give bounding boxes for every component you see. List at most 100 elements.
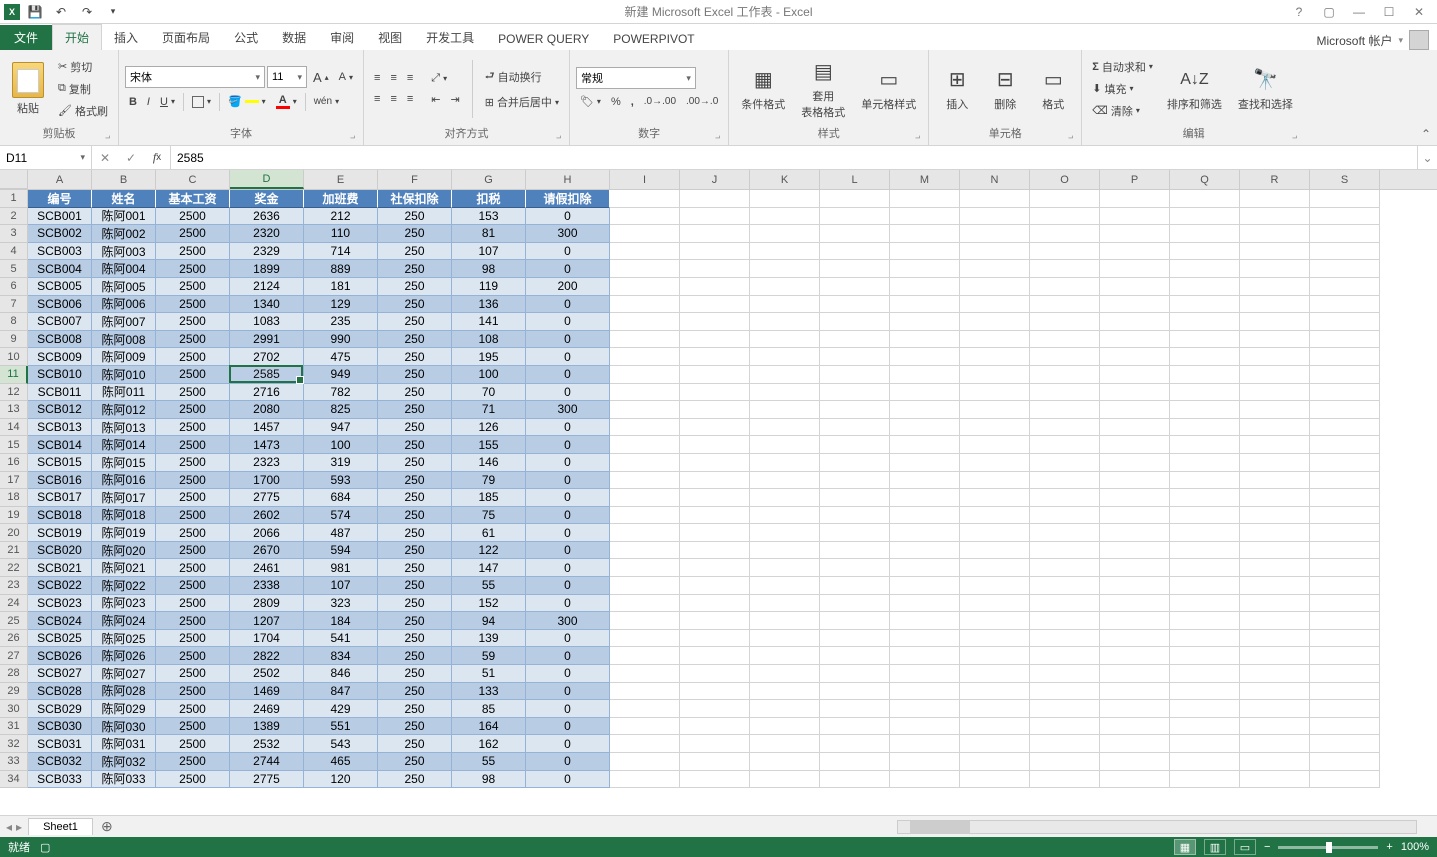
cell[interactable] [1030,524,1100,542]
cell[interactable] [610,507,680,525]
cell[interactable]: SCB017 [28,489,92,507]
cell[interactable] [1310,296,1380,314]
cell[interactable] [820,472,890,490]
cell[interactable] [820,436,890,454]
cell[interactable]: 250 [378,507,452,525]
cell[interactable] [1170,700,1240,718]
ribbon-options-button[interactable]: ▢ [1315,2,1343,22]
cell[interactable]: 陈阿023 [92,595,156,613]
cell[interactable]: 陈阿002 [92,225,156,243]
cell[interactable]: 429 [304,700,378,718]
cell[interactable] [1240,401,1310,419]
cell[interactable] [750,260,820,278]
cell[interactable] [890,225,960,243]
column-header[interactable]: I [610,170,680,189]
cell[interactable]: 107 [452,243,526,261]
cell[interactable]: 120 [304,771,378,789]
cell[interactable] [820,348,890,366]
accounting-format-button[interactable]: 🏷▾ [576,93,605,110]
cell[interactable] [1240,524,1310,542]
cell[interactable]: 185 [452,489,526,507]
cell[interactable]: 2500 [156,243,230,261]
cell[interactable] [610,472,680,490]
cell[interactable]: 250 [378,700,452,718]
cell[interactable] [1310,401,1380,419]
cell[interactable]: 250 [378,331,452,349]
comma-button[interactable]: , [627,94,638,110]
cell[interactable] [820,278,890,296]
column-header[interactable]: P [1100,170,1170,189]
cell[interactable]: 0 [526,419,610,437]
fill-button[interactable]: ⬇填充▾ [1088,79,1157,99]
cell[interactable]: SCB012 [28,401,92,419]
cell[interactable]: 2323 [230,454,304,472]
cell[interactable]: 475 [304,348,378,366]
cell[interactable] [680,700,750,718]
cell[interactable] [960,260,1030,278]
cell[interactable] [960,771,1030,789]
qat-save-button[interactable]: 💾 [24,1,46,23]
cell[interactable]: 陈阿012 [92,401,156,419]
cell[interactable]: 2500 [156,401,230,419]
cell[interactable] [1310,313,1380,331]
cell[interactable]: 2500 [156,542,230,560]
cell[interactable] [1240,507,1310,525]
cell[interactable] [1310,208,1380,226]
cell[interactable] [1100,208,1170,226]
cell[interactable]: 0 [526,243,610,261]
cell[interactable] [750,489,820,507]
cell[interactable] [1240,472,1310,490]
cell[interactable] [680,753,750,771]
cell[interactable]: 834 [304,647,378,665]
cell[interactable] [610,419,680,437]
cell[interactable] [1030,683,1100,701]
cell[interactable]: 98 [452,260,526,278]
cell[interactable]: 212 [304,208,378,226]
delete-cells-button[interactable]: ⊟删除 [983,62,1027,116]
cell[interactable]: 2469 [230,700,304,718]
cell[interactable] [1100,753,1170,771]
cell[interactable] [1030,647,1100,665]
cell[interactable]: 2991 [230,331,304,349]
cell[interactable] [960,612,1030,630]
row-header[interactable]: 1 [0,190,28,208]
cell[interactable] [1240,296,1310,314]
cell[interactable] [1240,208,1310,226]
maximize-button[interactable]: ☐ [1375,2,1403,22]
cell[interactable] [1030,472,1100,490]
cell[interactable] [890,647,960,665]
cell[interactable] [960,665,1030,683]
cell[interactable] [820,489,890,507]
cell[interactable] [1310,507,1380,525]
cell[interactable]: 79 [452,472,526,490]
cell[interactable] [680,243,750,261]
cell[interactable] [680,524,750,542]
cell[interactable] [820,384,890,402]
cell[interactable]: SCB011 [28,384,92,402]
cancel-formula-button[interactable]: ✕ [92,151,118,165]
cell[interactable]: 0 [526,313,610,331]
cell[interactable] [1170,296,1240,314]
cell[interactable] [750,384,820,402]
cell[interactable]: 81 [452,225,526,243]
close-button[interactable]: ✕ [1405,2,1433,22]
cell[interactable]: 250 [378,735,452,753]
cell[interactable]: 250 [378,225,452,243]
cell[interactable]: 陈阿008 [92,331,156,349]
cell[interactable]: 141 [452,313,526,331]
cell[interactable]: SCB010 [28,366,92,384]
cell[interactable] [1030,489,1100,507]
cell[interactable]: 陈阿004 [92,260,156,278]
cell[interactable] [1310,700,1380,718]
cell[interactable]: 陈阿016 [92,472,156,490]
cell[interactable] [610,630,680,648]
cell[interactable] [820,524,890,542]
zoom-slider[interactable] [1278,846,1378,849]
sheet-nav-next[interactable]: ▸ [16,820,22,834]
cell[interactable] [1100,735,1170,753]
cell[interactable]: 2585 [230,366,304,384]
cell[interactable] [820,718,890,736]
cell[interactable]: 155 [452,436,526,454]
cell[interactable] [960,524,1030,542]
cell[interactable]: 2500 [156,348,230,366]
